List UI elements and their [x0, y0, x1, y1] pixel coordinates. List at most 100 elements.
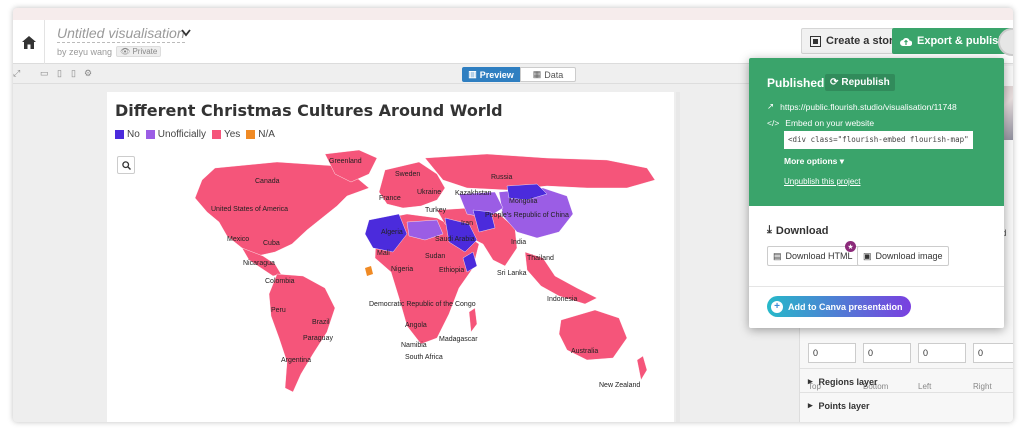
download-image-label: Download image [875, 251, 943, 261]
map-label: Mali [377, 250, 390, 257]
public-url-link[interactable]: ↗ https://public.flourish.studio/visuali… [767, 101, 957, 112]
unpublish-link[interactable]: Unpublish this project [784, 177, 860, 186]
map-label: Sri Lanka [497, 270, 527, 277]
mobile-icon[interactable]: ▯ [71, 69, 80, 78]
map-label: Ethiopia [439, 267, 465, 274]
map-label: Australia [571, 348, 599, 355]
points-layer-label: Points layer [818, 400, 870, 411]
map-label: United States of America [211, 206, 289, 213]
legend-item-unofficially[interactable]: Unofficially [145, 129, 206, 140]
download-html-label: Download HTML [785, 251, 853, 261]
cloud-upload-icon [900, 37, 912, 46]
map-label: Madagascar [439, 336, 478, 343]
legend-item-no[interactable]: No [115, 129, 140, 140]
home-button[interactable] [13, 20, 45, 64]
byline: by zeyu wang 👁 Private [57, 46, 162, 57]
margin-right-input[interactable]: 0 [973, 343, 1013, 363]
public-url-text: https://public.flourish.studio/visualisa… [780, 101, 957, 112]
privacy-label: Private [132, 47, 158, 56]
legend: No Unofficially Yes N/A [115, 129, 275, 140]
more-options-label: More options [784, 156, 838, 166]
desktop-icon[interactable]: ▭ [40, 69, 49, 78]
table-icon: ▦ [532, 69, 542, 79]
download-icon: ⤓ [767, 224, 772, 236]
map-label: Russia [491, 174, 513, 181]
legend-swatch [211, 130, 221, 139]
republish-button[interactable]: ⟳ Republish [825, 74, 895, 91]
published-heading: Published [767, 76, 825, 90]
region-madagascar [468, 307, 478, 333]
map-label: Brazil [312, 319, 330, 326]
map-label: France [379, 195, 401, 202]
visualisation-title[interactable]: Untitled visualisation [57, 25, 185, 43]
legend-label: No [127, 129, 140, 140]
add-to-canva-button[interactable]: + Add to Canva presentation [767, 296, 911, 317]
map-label: Sweden [395, 171, 421, 178]
legend-item-na[interactable]: N/A [246, 129, 275, 140]
canvas-scrollbar[interactable] [676, 92, 680, 422]
region-na [365, 266, 373, 276]
author-text: by zeyu wang [57, 46, 113, 57]
image-icon: ▣ [863, 250, 872, 261]
add-to-canva-label: Add to Canva presentation [788, 301, 903, 312]
map-label: Algeria [381, 229, 403, 236]
tab-data[interactable]: ▦ Data [520, 67, 576, 82]
map-label: India [511, 239, 527, 246]
margin-left-label: Left [918, 382, 932, 391]
preview-canvas: Different Christmas Cultures Around Worl… [107, 92, 674, 422]
story-icon [810, 35, 821, 47]
margin-right-label: Right [973, 382, 992, 391]
export-publish-button[interactable]: Export & publish [892, 28, 1013, 54]
more-options-toggle[interactable]: More options ▾ [784, 156, 844, 167]
legend-swatch [246, 130, 256, 139]
embed-heading: </> Embed on your website [767, 118, 874, 128]
map-label: Nicaragua [243, 260, 275, 267]
file-code-icon: ▤ [773, 250, 782, 261]
map-label: Mexico [227, 236, 250, 243]
republish-label: Republish [841, 77, 890, 88]
margin-left-input[interactable]: 0 [918, 343, 966, 363]
region-south-america [268, 273, 336, 393]
tab-preview[interactable]: ▥ Preview [462, 67, 520, 82]
external-link-icon: ↗ [767, 101, 775, 111]
code-icon: </> [767, 118, 780, 128]
tablet-icon[interactable]: ▯ [57, 69, 66, 78]
tab-data-label: Data [544, 69, 564, 80]
map-label: Colombia [265, 278, 295, 285]
map-label: People's Republic of China [485, 212, 569, 219]
map-label: Democratic Republic of the Congo [369, 301, 476, 308]
premium-star-icon: ★ [845, 241, 856, 252]
caret-right-icon: ▸ [808, 376, 813, 386]
download-image-button[interactable]: ▣ Download image [857, 246, 949, 266]
map-label: Nigeria [391, 266, 414, 273]
chevron-down-icon[interactable] [181, 29, 191, 37]
map-label: Mongolia [509, 198, 538, 205]
embed-code-field[interactable]: <div class="flourish-embed flourish-map"… [784, 131, 973, 149]
regions-layer-toggle[interactable]: ▸ Regions layer [808, 376, 878, 387]
legend-label: Yes [223, 129, 241, 140]
margin-bottom-input[interactable]: 0 [863, 343, 911, 363]
privacy-badge: 👁 Private [116, 46, 162, 57]
create-story-label: Create a story [826, 35, 900, 47]
map-label: Saudi Arabia [435, 236, 475, 243]
eye-icon: 👁 [120, 47, 131, 56]
expand-icon[interactable]: ⤢ [13, 69, 22, 78]
plus-icon: + [771, 300, 783, 313]
margin-top-input[interactable]: 0 [808, 343, 856, 363]
legend-label: Unofficially [157, 129, 206, 140]
map-label: Thailand [527, 255, 554, 262]
caret-down-icon: ▾ [839, 156, 845, 166]
map-label: Indonesia [547, 296, 578, 303]
map-label: Sudan [425, 253, 446, 260]
regions-layer-label: Regions layer [818, 376, 878, 387]
chart-icon: ▥ [468, 69, 477, 79]
app-window: Untitled visualisation by zeyu wang 👁 Pr… [13, 8, 1013, 422]
map-label: Cuba [263, 240, 280, 247]
gear-icon[interactable]: ⚙ [84, 69, 93, 78]
world-map[interactable] [107, 148, 674, 408]
map-label: Turkey [425, 207, 447, 214]
map-label: Kazakhstan [455, 190, 492, 197]
map-label: Namibia [401, 342, 427, 349]
legend-item-yes[interactable]: Yes [211, 129, 241, 140]
points-layer-toggle[interactable]: ▸ Points layer [808, 400, 870, 411]
